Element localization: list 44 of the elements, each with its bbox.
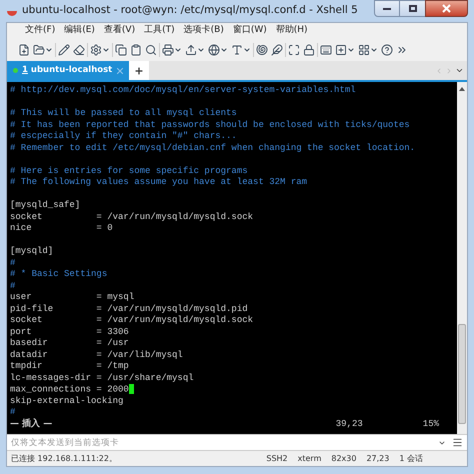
session-tab[interactable]: 1 ubuntu-localhost	[7, 61, 129, 80]
terminal-line: [mysqld_safe]	[10, 200, 80, 210]
terminal-line: # It has been reported that passwords should be enclosed with ticks/quotes	[10, 120, 410, 130]
session-count: 1 会话	[399, 452, 423, 464]
terminal-line: tmpdir = /tmp	[10, 361, 129, 371]
menu-item[interactable]: 选项卡(B)	[184, 24, 224, 38]
terminal-line: [mysqld]	[10, 246, 54, 256]
terminal-line: max_connections = 2000	[10, 384, 129, 394]
terminal-line: #	[10, 280, 16, 290]
menu-item[interactable]: 文件(F)	[25, 24, 56, 38]
terminal-line: # http://dev.mysql.com/doc/mysql/en/server-system-variables.html	[10, 85, 356, 95]
cursor-status: 27,23	[366, 452, 390, 464]
terminal-line: socket = /var/run/mysqld/mysqld.sock	[10, 315, 254, 325]
terminal-type: xterm	[298, 452, 322, 464]
window-title: ubuntu-localhost - root@wyn: /etc/mysql/mysql.conf.d - Xshell 5	[22, 3, 358, 18]
terminal-line: skip-external-locking	[10, 396, 124, 406]
terminal-line: nice = 0	[10, 223, 113, 233]
menu-item[interactable]: 帮助(H)	[276, 24, 308, 38]
terminal-line: # * Basic Settings	[10, 269, 108, 279]
scroll-percent: 15%	[422, 418, 439, 430]
terminal-line: # Remember to edit /etc/mysql/debian.cnf when changing the socket location.	[10, 142, 416, 152]
terminal-line: user = mysql	[10, 292, 134, 302]
terminal-line: datadir = /var/lib/mysql	[10, 350, 183, 360]
menu-item[interactable]: 工具(T)	[144, 24, 175, 38]
terminal-line: # This will be passed to all mysql clients	[10, 108, 237, 118]
terminal-line: #	[10, 407, 16, 417]
connection-status: 已连接 192.168.1.111:22。	[11, 452, 117, 464]
terminal-line: # Here is entries for some specific programs	[10, 166, 248, 176]
tab-label: 1 ubuntu-localhost	[22, 64, 112, 77]
terminal-line: basedir = /usr	[10, 338, 129, 348]
terminal-line: # The following values assume you have at least 32M ram	[10, 177, 308, 187]
terminal-line: # escpecially if they contain "#" chars...	[10, 131, 237, 141]
terminal-line: pid-file = /var/run/mysqld/mysqld.pid	[10, 304, 248, 314]
terminal-line: lc-messages-dir = /usr/share/mysql	[10, 372, 194, 382]
menu-item[interactable]: 编辑(E)	[64, 24, 95, 38]
terminal-line: socket = /var/run/mysqld/mysqld.sock	[10, 212, 254, 222]
terminal-line: port = 3306	[10, 326, 129, 336]
terminal-line: #	[10, 258, 16, 268]
protocol-status: SSH2	[266, 452, 288, 464]
terminal-size: 82x30	[331, 452, 356, 464]
cursor-position: 39,23	[336, 418, 363, 430]
menu-item[interactable]: 窗口(W)	[232, 24, 267, 38]
menu-item[interactable]: 查看(V)	[104, 24, 136, 38]
vim-mode: — 插入 —	[10, 418, 52, 430]
